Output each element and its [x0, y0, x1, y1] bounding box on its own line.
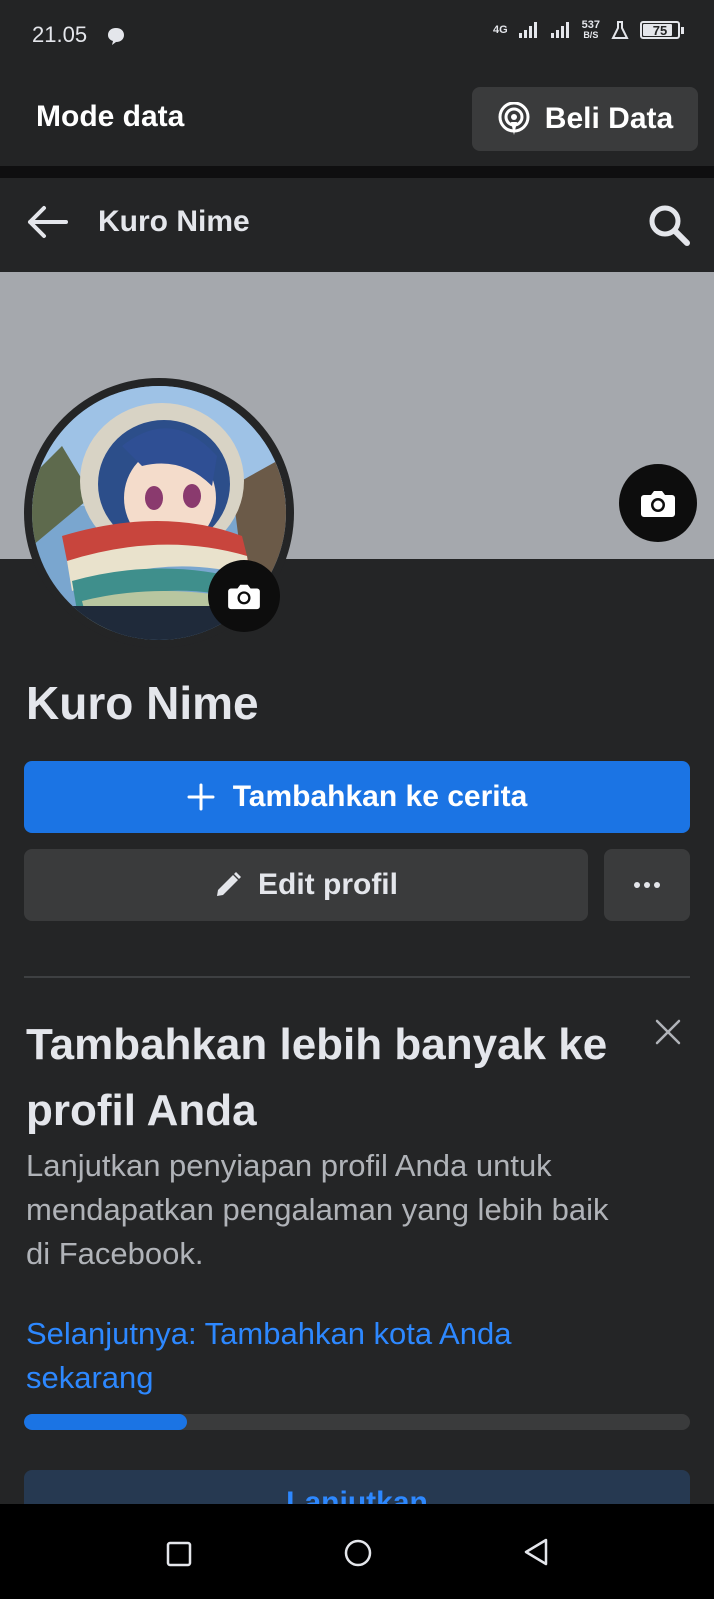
- back-arrow-icon[interactable]: [26, 204, 68, 240]
- divider: [0, 166, 714, 178]
- home-icon[interactable]: [343, 1538, 373, 1568]
- data-mode-title: Mode data: [36, 100, 185, 133]
- signal-icon: [518, 22, 537, 38]
- cover-camera-button[interactable]: [619, 464, 697, 542]
- signal-icon: [550, 22, 569, 38]
- section-divider: [24, 976, 690, 978]
- buy-data-button[interactable]: Beli Data: [472, 87, 698, 151]
- camera-icon: [228, 584, 260, 610]
- avatar-camera-button[interactable]: [208, 560, 280, 632]
- nav-back-icon[interactable]: [522, 1537, 550, 1567]
- header-title: Kuro Nime: [98, 205, 250, 238]
- battery-icon: 75: [640, 21, 684, 39]
- status-icons: 4G 537 B/S 75: [492, 19, 684, 41]
- search-icon[interactable]: [648, 204, 690, 246]
- buy-data-label: Beli Data: [544, 102, 674, 135]
- close-icon[interactable]: [654, 1018, 682, 1046]
- net-speed: 537 B/S: [581, 19, 600, 41]
- add-to-story-button[interactable]: Tambahkan ke cerita: [24, 761, 690, 833]
- more-dots-icon: [634, 882, 660, 888]
- status-time: 21.05: [32, 22, 88, 47]
- card-title: Tambahkan lebih banyak ke profil Anda: [26, 1020, 608, 1135]
- recents-icon[interactable]: [166, 1541, 192, 1567]
- pencil-icon: [217, 872, 241, 896]
- profile-name: Kuro Nime: [26, 677, 259, 729]
- chat-bubble-icon: [108, 28, 124, 45]
- broadcast-icon: [498, 102, 530, 135]
- network-type: 4G: [492, 24, 508, 36]
- profile-progress-bar: [24, 1414, 690, 1430]
- add-to-story-label: Tambahkan ke cerita: [232, 780, 528, 813]
- more-options-button[interactable]: [604, 849, 690, 921]
- plus-icon: [187, 783, 215, 811]
- flask-icon: [611, 21, 629, 39]
- camera-icon: [641, 491, 675, 517]
- edit-profile-label: Edit profil: [258, 868, 398, 901]
- next-step-link[interactable]: Selanjutnya: Tambahkan kota Anda sekaran…: [26, 1312, 626, 1400]
- profile-progress-fill: [24, 1414, 188, 1430]
- edit-profile-button[interactable]: Edit profil: [24, 849, 588, 921]
- card-description: Lanjutkan penyiapan profil Anda untuk me…: [26, 1148, 609, 1271]
